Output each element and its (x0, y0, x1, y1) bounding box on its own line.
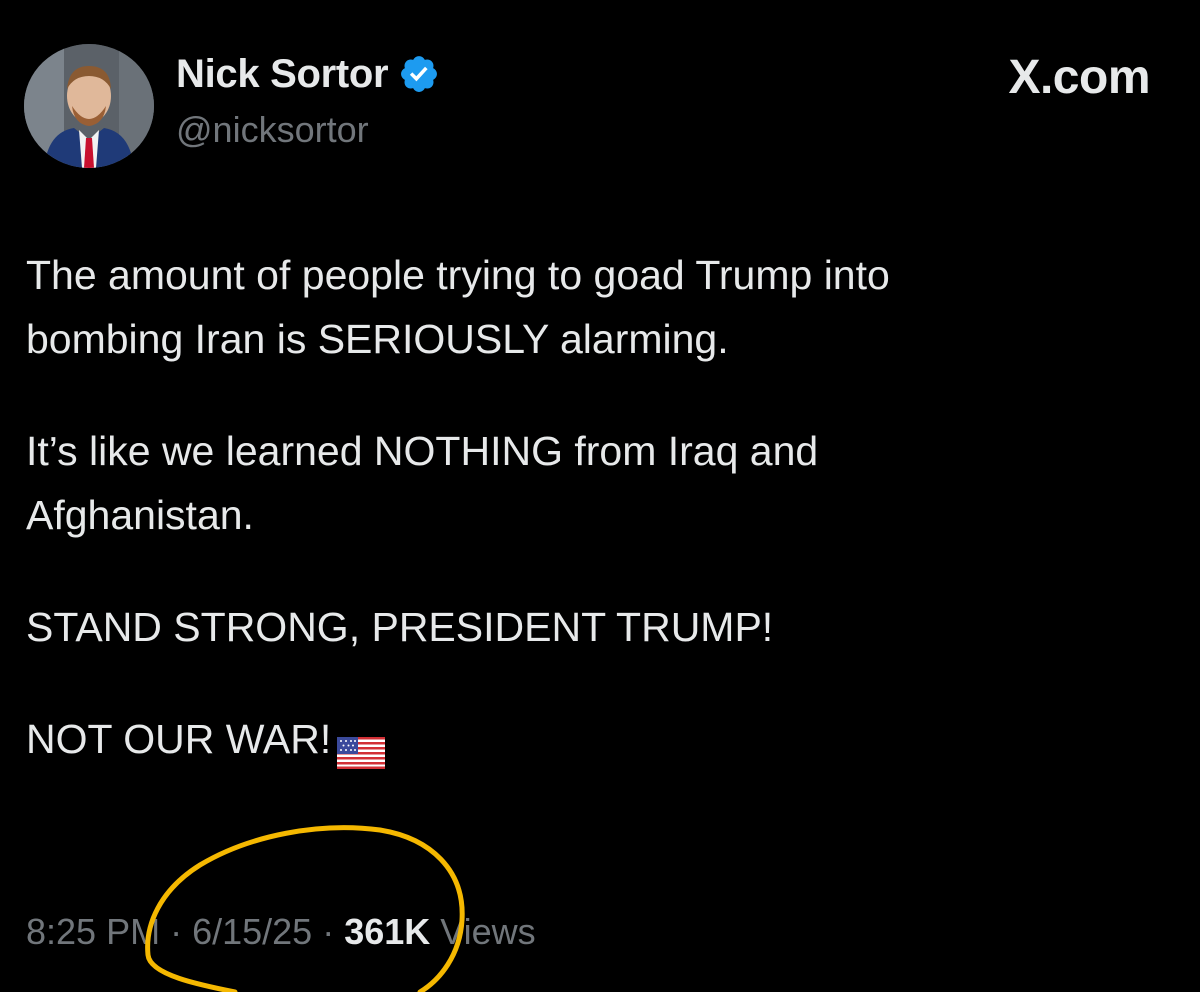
views-count[interactable]: 361K (344, 911, 430, 952)
meta-separator: · (160, 911, 193, 952)
post-time[interactable]: 8:25 PM (26, 911, 160, 952)
post-paragraph-2: It’s like we learned NOTHING from Iraq a… (26, 428, 819, 538)
post-paragraph-1: The amount of people trying to goad Trum… (26, 252, 890, 362)
author-avatar[interactable] (24, 44, 154, 168)
brand-watermark: X.com (1008, 51, 1150, 104)
verified-badge-icon (398, 53, 440, 95)
views-label: Views (430, 911, 536, 952)
author-handle[interactable]: @nicksortor (176, 108, 369, 152)
avatar-photo-icon (24, 44, 154, 168)
post-paragraph-4-text: NOT OUR WAR! (26, 716, 332, 762)
post-date[interactable]: 6/15/25 (192, 911, 312, 952)
post-text: The amount of people trying to goad Trum… (26, 243, 1166, 771)
meta-separator: · (312, 911, 345, 952)
post-paragraph-4: NOT OUR WAR! (26, 707, 1166, 771)
us-flag-icon (337, 723, 386, 770)
author-name-row[interactable]: Nick Sortor (176, 52, 440, 96)
author-display-name[interactable]: Nick Sortor (176, 52, 389, 96)
post-paragraph-3: STAND STRONG, PRESIDENT TRUMP! (26, 604, 774, 650)
post-meta: 8:25 PM · 6/15/25 · 361K Views (26, 906, 536, 958)
